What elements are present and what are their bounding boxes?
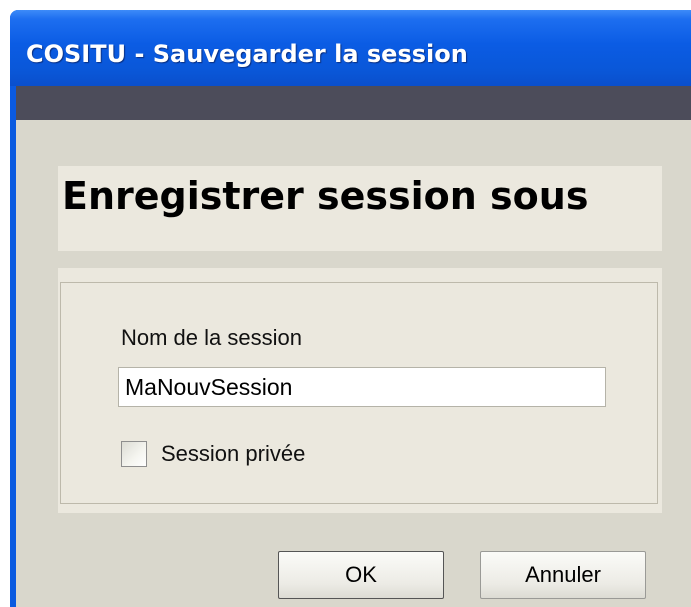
private-session-option[interactable]: Session privée: [121, 441, 305, 467]
dialog-body: Enregistrer session sous Nom de la sessi…: [16, 120, 691, 607]
session-name-label: Nom de la session: [121, 325, 302, 350]
title-bar-strip: [16, 86, 691, 120]
header-panel: Enregistrer session sous: [58, 166, 662, 251]
ok-button[interactable]: OK: [278, 551, 444, 599]
title-bar[interactable]: COSITU - Sauvegarder la session: [10, 10, 691, 86]
save-session-dialog: COSITU - Sauvegarder la session Enregist…: [10, 10, 691, 607]
dialog-heading: Enregistrer session sous: [62, 174, 589, 218]
session-name-input[interactable]: [118, 367, 606, 407]
session-groupbox: Nom de la session Session privée: [60, 282, 658, 504]
cancel-button[interactable]: Annuler: [480, 551, 646, 599]
form-panel: Nom de la session Session privée: [58, 268, 662, 513]
window-title: COSITU - Sauvegarder la session: [26, 40, 468, 68]
private-session-label[interactable]: Session privée: [161, 441, 305, 467]
private-session-checkbox[interactable]: [121, 441, 147, 467]
